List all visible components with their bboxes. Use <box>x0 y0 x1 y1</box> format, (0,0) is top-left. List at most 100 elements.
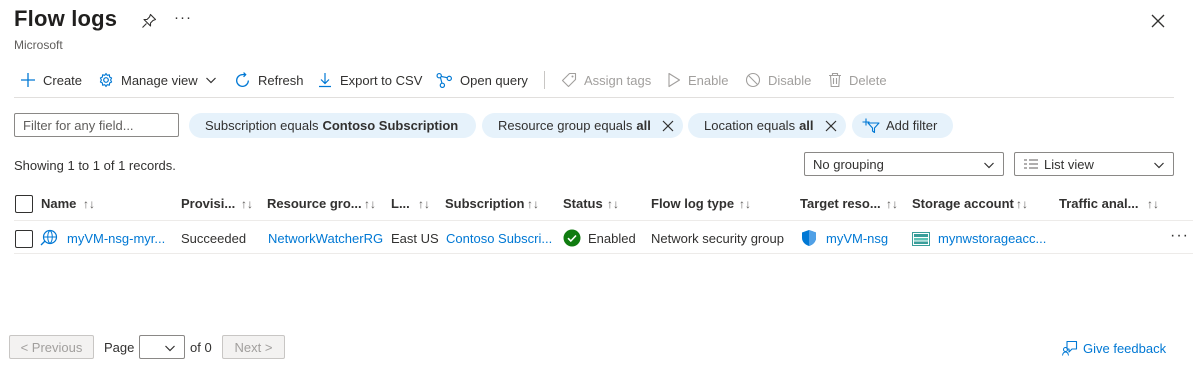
sort-icon[interactable]: ↑↓ <box>739 197 751 211</box>
toolbar-separator <box>544 71 545 89</box>
shield-icon <box>802 230 816 246</box>
page-subtitle: Microsoft <box>14 38 63 52</box>
query-icon <box>436 72 452 88</box>
row-name-link[interactable]: myVM-nsg-myr... <box>67 231 165 246</box>
disable-button[interactable]: Disable <box>745 66 811 94</box>
give-feedback-link[interactable]: Give feedback <box>1062 340 1166 356</box>
column-header-target-resource[interactable]: Target reso... <box>800 196 881 212</box>
download-icon <box>319 73 331 88</box>
grouping-value: No grouping <box>813 156 884 172</box>
row-more-options-button[interactable]: ··· <box>1170 227 1189 245</box>
resource-group-filter-pill[interactable]: Resource group equals all <box>482 113 683 138</box>
add-filter-icon <box>862 118 880 133</box>
resource-group-filter-prefix: Resource group equals <box>498 118 633 133</box>
column-header-storage-account[interactable]: Storage account <box>912 196 1014 212</box>
pin-icon[interactable] <box>141 13 157 29</box>
open-query-label: Open query <box>460 72 528 88</box>
column-header-flow-log-type[interactable]: Flow log type <box>651 196 734 212</box>
filter-input[interactable] <box>14 113 179 137</box>
add-filter-button[interactable]: Add filter <box>852 113 954 138</box>
command-bar: Create Manage view Refresh Export to CSV… <box>0 66 1174 94</box>
column-header-status[interactable]: Status <box>563 196 603 212</box>
location-filter-value: all <box>799 118 814 133</box>
row-target-resource-link[interactable]: myVM-nsg <box>826 231 888 246</box>
give-feedback-label: Give feedback <box>1083 340 1167 356</box>
column-header-subscription[interactable]: Subscription <box>445 196 524 212</box>
row-divider <box>14 253 1193 254</box>
manage-view-label: Manage view <box>121 72 198 88</box>
refresh-button[interactable]: Refresh <box>234 66 304 94</box>
resource-group-filter-value: all <box>636 118 651 133</box>
records-count: Showing 1 to 1 of 1 records. <box>14 158 176 173</box>
chevron-down-icon <box>1154 162 1164 169</box>
chevron-down-icon <box>984 162 994 169</box>
refresh-label: Refresh <box>258 72 304 88</box>
column-header-name[interactable]: Name <box>41 196 76 212</box>
row-storage-account-link[interactable]: mynwstorageacc... <box>938 231 1046 246</box>
delete-button[interactable]: Delete <box>828 66 887 94</box>
create-button[interactable]: Create <box>20 66 82 94</box>
page-title: Flow logs <box>14 6 118 31</box>
play-icon <box>668 72 681 88</box>
gear-icon <box>99 72 113 88</box>
enable-button[interactable]: Enable <box>667 66 728 94</box>
grouping-dropdown[interactable]: No grouping <box>804 152 1004 176</box>
assign-tags-label: Assign tags <box>584 72 652 88</box>
sort-icon[interactable]: ↑↓ <box>364 197 376 211</box>
remove-filter-icon[interactable] <box>824 119 838 133</box>
manage-view-button[interactable]: Manage view <box>98 66 217 94</box>
column-header-traffic-analytics[interactable]: Traffic anal... <box>1059 196 1138 212</box>
export-csv-button[interactable]: Export to CSV <box>317 66 422 94</box>
view-value: List view <box>1044 156 1094 172</box>
assign-tags-button[interactable]: Assign tags <box>561 66 651 94</box>
trash-icon <box>829 72 841 88</box>
row-provisioning: Succeeded <box>181 231 247 246</box>
success-check-icon <box>563 229 581 247</box>
column-header-provisioning[interactable]: Provisi... <box>181 196 235 212</box>
row-location: East US <box>391 231 439 246</box>
previous-page-button[interactable]: < Previous <box>9 335 94 359</box>
select-all-checkbox[interactable] <box>15 195 33 213</box>
row-resource-group-link[interactable]: NetworkWatcherRG <box>268 231 383 246</box>
close-icon[interactable] <box>1150 13 1166 29</box>
sort-icon[interactable]: ↑↓ <box>527 197 539 211</box>
chevron-down-icon <box>205 77 216 84</box>
tag-icon <box>561 72 577 88</box>
row-subscription-link[interactable]: Contoso Subscri... <box>446 231 552 246</box>
location-filter-prefix: Location equals <box>704 118 796 133</box>
sort-icon[interactable]: ↑↓ <box>607 197 619 211</box>
sort-icon[interactable]: ↑↓ <box>1147 197 1159 211</box>
column-header-location[interactable]: L... <box>391 196 410 212</box>
page-number-select[interactable] <box>139 335 185 359</box>
open-query-button[interactable]: Open query <box>436 66 528 94</box>
sort-icon[interactable]: ↑↓ <box>886 197 898 211</box>
sort-icon[interactable]: ↑↓ <box>83 197 95 211</box>
storage-account-icon <box>912 232 930 246</box>
enable-label: Enable <box>688 72 729 88</box>
plus-icon <box>21 73 35 87</box>
export-csv-label: Export to CSV <box>340 72 423 88</box>
row-checkbox[interactable] <box>15 230 33 248</box>
create-label: Create <box>43 72 83 88</box>
next-page-button[interactable]: Next > <box>222 335 285 359</box>
disable-label: Disable <box>768 72 812 88</box>
view-dropdown[interactable]: List view <box>1014 152 1174 176</box>
chevron-down-icon <box>165 345 175 352</box>
add-filter-label: Add filter <box>886 118 938 133</box>
flow-log-icon <box>40 229 58 246</box>
toolbar-divider <box>14 97 1174 98</box>
remove-filter-icon[interactable] <box>661 119 675 133</box>
more-options-button[interactable]: ··· <box>174 9 192 26</box>
subscription-filter-pill[interactable]: Subscription equals Contoso Subscription <box>189 113 477 138</box>
subscription-filter-value: Contoso Subscription <box>322 118 459 133</box>
sort-icon[interactable]: ↑↓ <box>418 197 430 211</box>
refresh-icon <box>236 71 249 87</box>
sort-icon[interactable]: ↑↓ <box>1016 197 1028 211</box>
header-divider <box>14 220 1193 221</box>
row-flow-log-type: Network security group <box>651 231 784 246</box>
feedback-icon <box>1062 340 1078 356</box>
sort-icon[interactable]: ↑↓ <box>241 197 253 211</box>
location-filter-pill[interactable]: Location equals all <box>688 113 846 138</box>
column-header-resource-group[interactable]: Resource gro... <box>267 196 362 212</box>
subscription-filter-prefix: Subscription equals <box>205 118 319 133</box>
